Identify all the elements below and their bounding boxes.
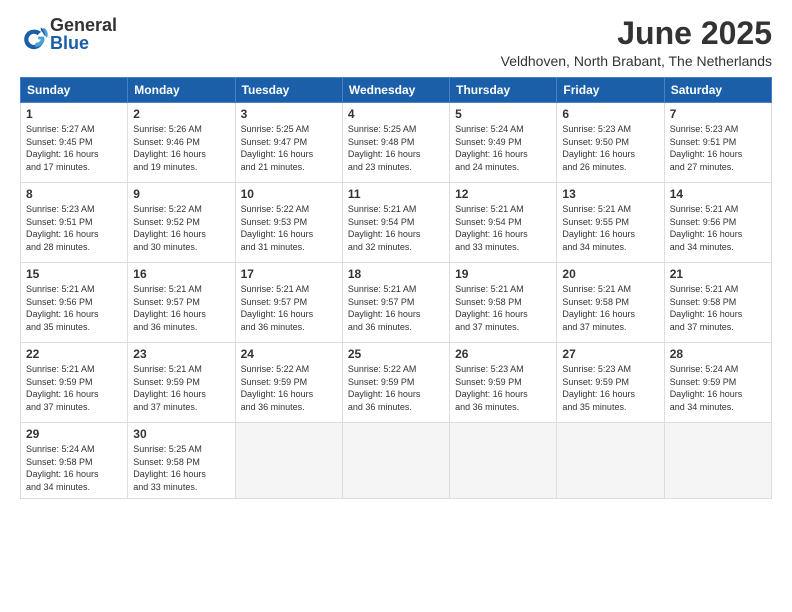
table-row: 17 Sunrise: 5:21 AMSunset: 9:57 PMDaylig…: [235, 263, 342, 343]
table-row: 2 Sunrise: 5:26 AMSunset: 9:46 PMDayligh…: [128, 103, 235, 183]
col-tuesday: Tuesday: [235, 78, 342, 103]
header: General Blue June 2025 Veldhoven, North …: [20, 16, 772, 69]
logo-text-block: General Blue: [50, 16, 117, 52]
table-row: 20 Sunrise: 5:21 AMSunset: 9:58 PMDaylig…: [557, 263, 664, 343]
table-row: 23 Sunrise: 5:21 AMSunset: 9:59 PMDaylig…: [128, 343, 235, 423]
table-row: 28 Sunrise: 5:24 AMSunset: 9:59 PMDaylig…: [664, 343, 771, 423]
col-sunday: Sunday: [21, 78, 128, 103]
table-row: 11 Sunrise: 5:21 AMSunset: 9:54 PMDaylig…: [342, 183, 449, 263]
table-row: 29 Sunrise: 5:24 AMSunset: 9:58 PMDaylig…: [21, 423, 128, 498]
table-row: 21 Sunrise: 5:21 AMSunset: 9:58 PMDaylig…: [664, 263, 771, 343]
table-row: 6 Sunrise: 5:23 AMSunset: 9:50 PMDayligh…: [557, 103, 664, 183]
table-row: 27 Sunrise: 5:23 AMSunset: 9:59 PMDaylig…: [557, 343, 664, 423]
table-row: 10 Sunrise: 5:22 AMSunset: 9:53 PMDaylig…: [235, 183, 342, 263]
logo-general: General: [50, 15, 117, 35]
table-row: 30 Sunrise: 5:25 AMSunset: 9:58 PMDaylig…: [128, 423, 235, 498]
logo-icon: [20, 24, 48, 52]
table-row: [664, 423, 771, 498]
table-row: 12 Sunrise: 5:21 AMSunset: 9:54 PMDaylig…: [450, 183, 557, 263]
week-row-3: 15 Sunrise: 5:21 AMSunset: 9:56 PMDaylig…: [21, 263, 772, 343]
table-row: [557, 423, 664, 498]
week-row-1: 1 Sunrise: 5:27 AMSunset: 9:45 PMDayligh…: [21, 103, 772, 183]
calendar: Sunday Monday Tuesday Wednesday Thursday…: [20, 77, 772, 498]
location-title: Veldhoven, North Brabant, The Netherland…: [501, 53, 772, 69]
week-row-5: 29 Sunrise: 5:24 AMSunset: 9:58 PMDaylig…: [21, 423, 772, 498]
table-row: 14 Sunrise: 5:21 AMSunset: 9:56 PMDaylig…: [664, 183, 771, 263]
table-row: 26 Sunrise: 5:23 AMSunset: 9:59 PMDaylig…: [450, 343, 557, 423]
table-row: 16 Sunrise: 5:21 AMSunset: 9:57 PMDaylig…: [128, 263, 235, 343]
week-row-4: 22 Sunrise: 5:21 AMSunset: 9:59 PMDaylig…: [21, 343, 772, 423]
table-row: 15 Sunrise: 5:21 AMSunset: 9:56 PMDaylig…: [21, 263, 128, 343]
page: General Blue June 2025 Veldhoven, North …: [0, 0, 792, 612]
table-row: 22 Sunrise: 5:21 AMSunset: 9:59 PMDaylig…: [21, 343, 128, 423]
table-row: 9 Sunrise: 5:22 AMSunset: 9:52 PMDayligh…: [128, 183, 235, 263]
table-row: 18 Sunrise: 5:21 AMSunset: 9:57 PMDaylig…: [342, 263, 449, 343]
logo-blue: Blue: [50, 33, 89, 53]
table-row: 4 Sunrise: 5:25 AMSunset: 9:48 PMDayligh…: [342, 103, 449, 183]
col-thursday: Thursday: [450, 78, 557, 103]
table-row: 7 Sunrise: 5:23 AMSunset: 9:51 PMDayligh…: [664, 103, 771, 183]
col-wednesday: Wednesday: [342, 78, 449, 103]
table-row: 1 Sunrise: 5:27 AMSunset: 9:45 PMDayligh…: [21, 103, 128, 183]
col-monday: Monday: [128, 78, 235, 103]
table-row: 19 Sunrise: 5:21 AMSunset: 9:58 PMDaylig…: [450, 263, 557, 343]
table-row: [235, 423, 342, 498]
week-row-2: 8 Sunrise: 5:23 AMSunset: 9:51 PMDayligh…: [21, 183, 772, 263]
table-row: [450, 423, 557, 498]
col-saturday: Saturday: [664, 78, 771, 103]
table-row: 3 Sunrise: 5:25 AMSunset: 9:47 PMDayligh…: [235, 103, 342, 183]
header-row: Sunday Monday Tuesday Wednesday Thursday…: [21, 78, 772, 103]
logo-text: General Blue: [50, 16, 117, 52]
table-row: 13 Sunrise: 5:21 AMSunset: 9:55 PMDaylig…: [557, 183, 664, 263]
logo: General Blue: [20, 16, 117, 52]
table-row: 8 Sunrise: 5:23 AMSunset: 9:51 PMDayligh…: [21, 183, 128, 263]
table-row: 25 Sunrise: 5:22 AMSunset: 9:59 PMDaylig…: [342, 343, 449, 423]
title-block: June 2025 Veldhoven, North Brabant, The …: [501, 16, 772, 69]
month-title: June 2025: [501, 16, 772, 51]
table-row: 5 Sunrise: 5:24 AMSunset: 9:49 PMDayligh…: [450, 103, 557, 183]
table-row: 24 Sunrise: 5:22 AMSunset: 9:59 PMDaylig…: [235, 343, 342, 423]
table-row: [342, 423, 449, 498]
col-friday: Friday: [557, 78, 664, 103]
